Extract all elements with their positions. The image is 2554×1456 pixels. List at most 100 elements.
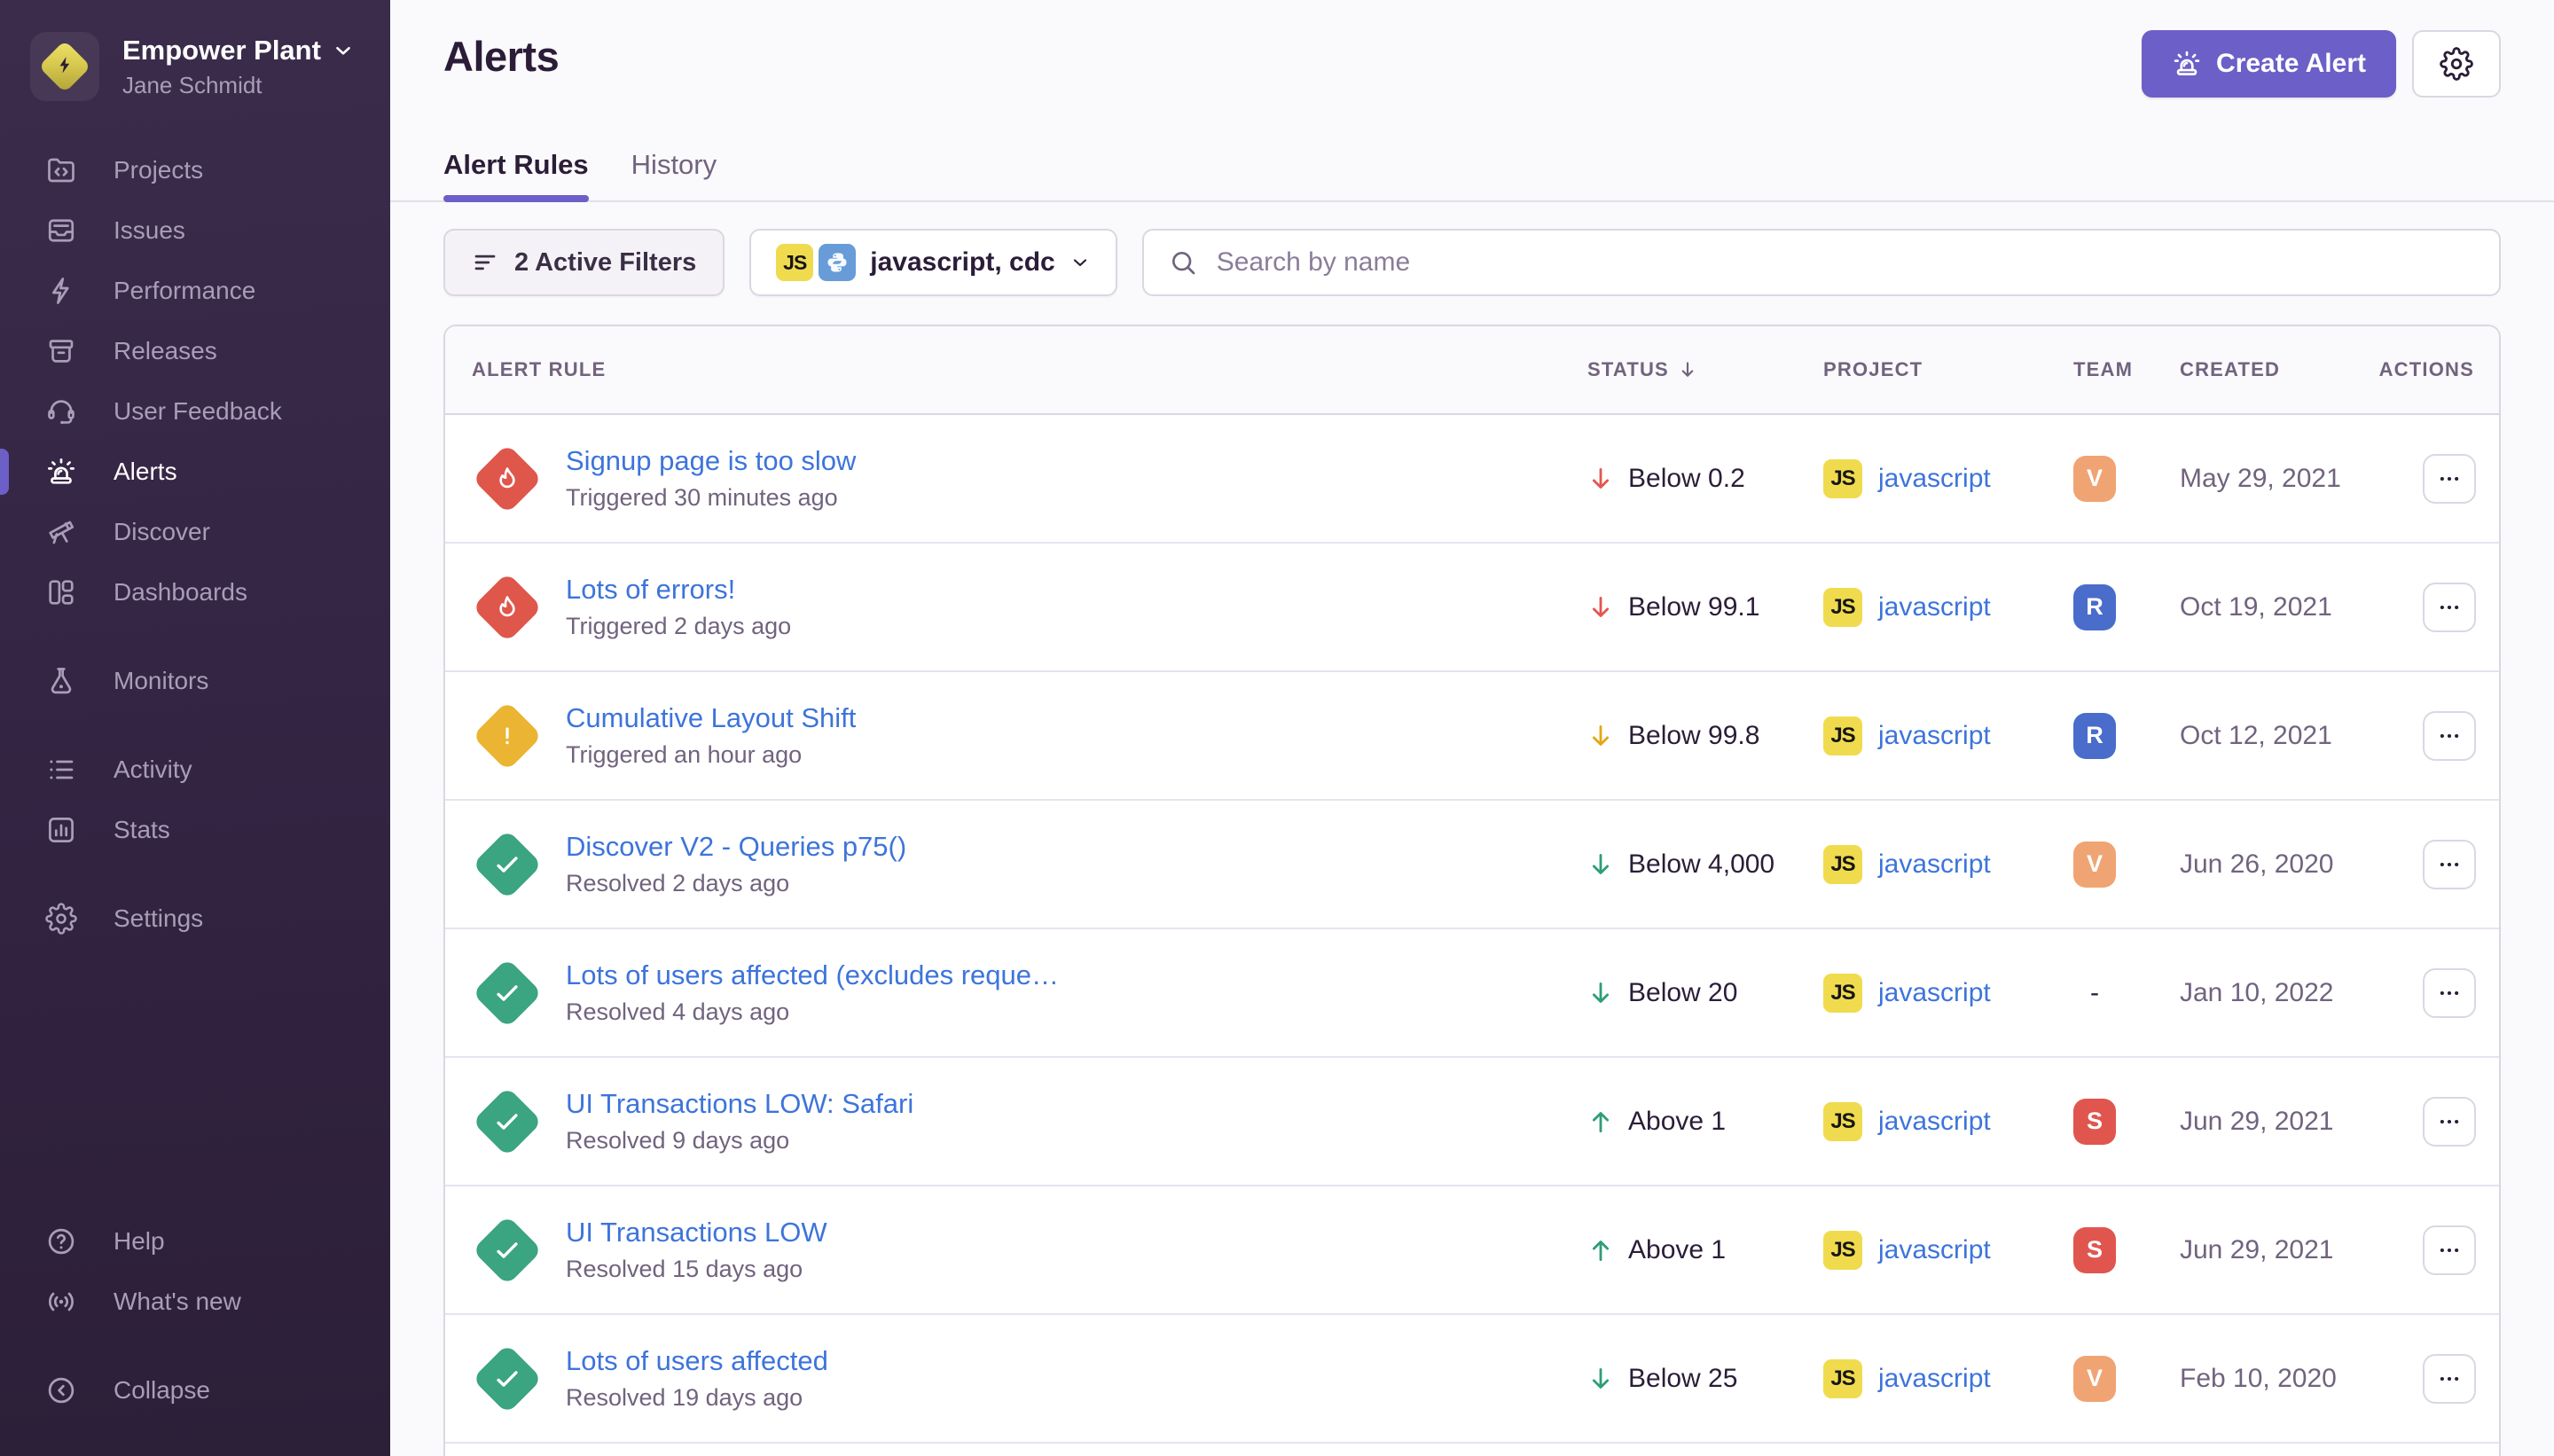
- content-area: 2 Active Filters JS javascript, cdc ALER…: [390, 202, 2554, 1456]
- sidebar-item-performance[interactable]: Performance: [0, 261, 390, 321]
- team-avatar: R: [2073, 713, 2116, 759]
- table-row[interactable]: Cumulative Layout Shift Triggered an hou…: [445, 672, 2499, 801]
- project-link[interactable]: javascript: [1878, 978, 1991, 1008]
- create-alert-button[interactable]: Create Alert: [2142, 30, 2396, 98]
- bar-chart-icon: [44, 814, 78, 846]
- sidebar-item-label: Releases: [114, 337, 217, 365]
- sidebar-item-user-feedback[interactable]: User Feedback: [0, 381, 390, 442]
- alert-settings-button[interactable]: [2412, 30, 2501, 98]
- alert-rule-link[interactable]: Lots of errors!: [566, 574, 791, 606]
- sidebar-item-whats-new[interactable]: What's new: [0, 1272, 390, 1332]
- sidebar-item-dashboards[interactable]: Dashboards: [0, 562, 390, 622]
- table-body: Signup page is too slow Triggered 30 min…: [445, 415, 2499, 1444]
- project-link[interactable]: javascript: [1878, 849, 1991, 880]
- created-date: May 29, 2021: [2180, 464, 2341, 494]
- ellipsis-icon: [2438, 982, 2461, 1005]
- broadcast-icon: [44, 1286, 78, 1318]
- team-avatar: V: [2073, 842, 2116, 888]
- sidebar-item-label: Settings: [114, 904, 203, 933]
- row-actions-button[interactable]: [2423, 1354, 2476, 1404]
- org-logo: [30, 32, 99, 101]
- gear-icon: [2440, 47, 2473, 81]
- row-actions-button[interactable]: [2423, 968, 2476, 1018]
- alert-rule-link[interactable]: Cumulative Layout Shift: [566, 702, 856, 734]
- tab-alert-rules[interactable]: Alert Rules: [443, 149, 589, 200]
- team-avatar: V: [2073, 1356, 2116, 1402]
- sidebar-item-help[interactable]: Help: [0, 1211, 390, 1272]
- project-link[interactable]: javascript: [1878, 464, 1991, 494]
- sidebar-item-label: Discover: [114, 518, 210, 546]
- sidebar-item-releases[interactable]: Releases: [0, 321, 390, 381]
- sidebar-item-label: Issues: [114, 216, 185, 245]
- search-input[interactable]: [1217, 247, 2474, 278]
- project-link[interactable]: javascript: [1878, 592, 1991, 622]
- table-row[interactable]: Lots of errors! Triggered 2 days ago Bel…: [445, 544, 2499, 672]
- sidebar-item-projects[interactable]: Projects: [0, 140, 390, 200]
- alert-rule-link[interactable]: Lots of users affected (excludes reque…: [566, 959, 1059, 991]
- sidebar-item-issues[interactable]: Issues: [0, 200, 390, 261]
- sidebar-item-alerts[interactable]: Alerts: [0, 442, 390, 502]
- sidebar-item-discover[interactable]: Discover: [0, 502, 390, 562]
- table-row[interactable]: Signup page is too slow Triggered 30 min…: [445, 415, 2499, 544]
- team-avatar: S: [2073, 1099, 2116, 1145]
- alert-rule-status-text: Resolved 4 days ago: [566, 998, 1059, 1026]
- alert-rule-link[interactable]: UI Transactions LOW: [566, 1217, 827, 1249]
- threshold-arrow-icon: [1586, 1235, 1616, 1265]
- alert-rule-link[interactable]: Signup page is too slow: [566, 445, 856, 477]
- partial-row: [445, 1444, 2499, 1456]
- threshold-arrow-icon: [1586, 978, 1616, 1008]
- sidebar-item-label: Stats: [114, 816, 170, 844]
- column-header-status[interactable]: STATUS: [1570, 358, 1791, 381]
- table-row[interactable]: Lots of users affected Resolved 19 days …: [445, 1315, 2499, 1444]
- active-filters-button[interactable]: 2 Active Filters: [443, 229, 725, 296]
- created-date: Jan 10, 2022: [2180, 978, 2333, 1008]
- row-actions-button[interactable]: [2423, 583, 2476, 632]
- sidebar-item-settings[interactable]: Settings: [0, 888, 390, 949]
- alert-rule-link[interactable]: Lots of users affected: [566, 1345, 828, 1377]
- row-actions-button[interactable]: [2423, 840, 2476, 889]
- project-selector[interactable]: JS javascript, cdc: [749, 229, 1116, 296]
- column-header-team[interactable]: TEAM: [2057, 358, 2164, 381]
- table-row[interactable]: Lots of users affected (excludes reque… …: [445, 929, 2499, 1058]
- project-link[interactable]: javascript: [1878, 1364, 1991, 1394]
- sidebar-item-label: Activity: [114, 755, 192, 784]
- row-actions-button[interactable]: [2423, 1225, 2476, 1275]
- column-header-alert-rule[interactable]: ALERT RULE: [445, 358, 1570, 381]
- gear-icon: [44, 903, 78, 935]
- sidebar-item-label: Collapse: [114, 1376, 210, 1405]
- row-actions-button[interactable]: [2423, 454, 2476, 504]
- project-link[interactable]: javascript: [1878, 1107, 1991, 1137]
- column-header-created[interactable]: CREATED: [2164, 358, 2394, 381]
- alert-rule-status-text: Resolved 2 days ago: [566, 870, 906, 897]
- javascript-platform-icon: JS: [1823, 974, 1862, 1013]
- check-icon: [492, 1364, 522, 1394]
- ellipsis-icon: [2438, 853, 2461, 876]
- alert-severity-icon: [472, 443, 543, 514]
- alert-severity-icon: [472, 958, 543, 1029]
- project-link[interactable]: javascript: [1878, 721, 1991, 751]
- status-value: Below 0.2: [1628, 464, 1745, 494]
- table-row[interactable]: Discover V2 - Queries p75() Resolved 2 d…: [445, 801, 2499, 929]
- org-switcher[interactable]: Empower Plant Jane Schmidt: [0, 32, 390, 101]
- status-value: Below 4,000: [1628, 849, 1774, 880]
- sidebar-item-activity[interactable]: Activity: [0, 740, 390, 800]
- alert-severity-icon: [472, 1343, 543, 1414]
- tab-history[interactable]: History: [631, 149, 717, 200]
- javascript-platform-icon: JS: [1823, 459, 1862, 498]
- row-actions-button[interactable]: [2423, 1097, 2476, 1147]
- sidebar-item-label: Alerts: [114, 458, 177, 486]
- column-header-project[interactable]: PROJECT: [1791, 358, 2057, 381]
- alert-rule-link[interactable]: UI Transactions LOW: Safari: [566, 1088, 913, 1120]
- sidebar-item-monitors[interactable]: Monitors: [0, 651, 390, 711]
- alert-severity-icon: [472, 829, 543, 900]
- org-name: Empower Plant: [122, 35, 321, 67]
- status-value: Above 1: [1628, 1235, 1726, 1265]
- table-row[interactable]: UI Transactions LOW Resolved 15 days ago…: [445, 1186, 2499, 1315]
- row-actions-button[interactable]: [2423, 711, 2476, 761]
- alert-rule-link[interactable]: Discover V2 - Queries p75(): [566, 831, 906, 863]
- table-row[interactable]: UI Transactions LOW: Safari Resolved 9 d…: [445, 1058, 2499, 1186]
- sidebar-item-collapse[interactable]: Collapse: [0, 1360, 390, 1421]
- sidebar-item-stats[interactable]: Stats: [0, 800, 390, 860]
- project-link[interactable]: javascript: [1878, 1235, 1991, 1265]
- javascript-platform-icon: JS: [1823, 716, 1862, 755]
